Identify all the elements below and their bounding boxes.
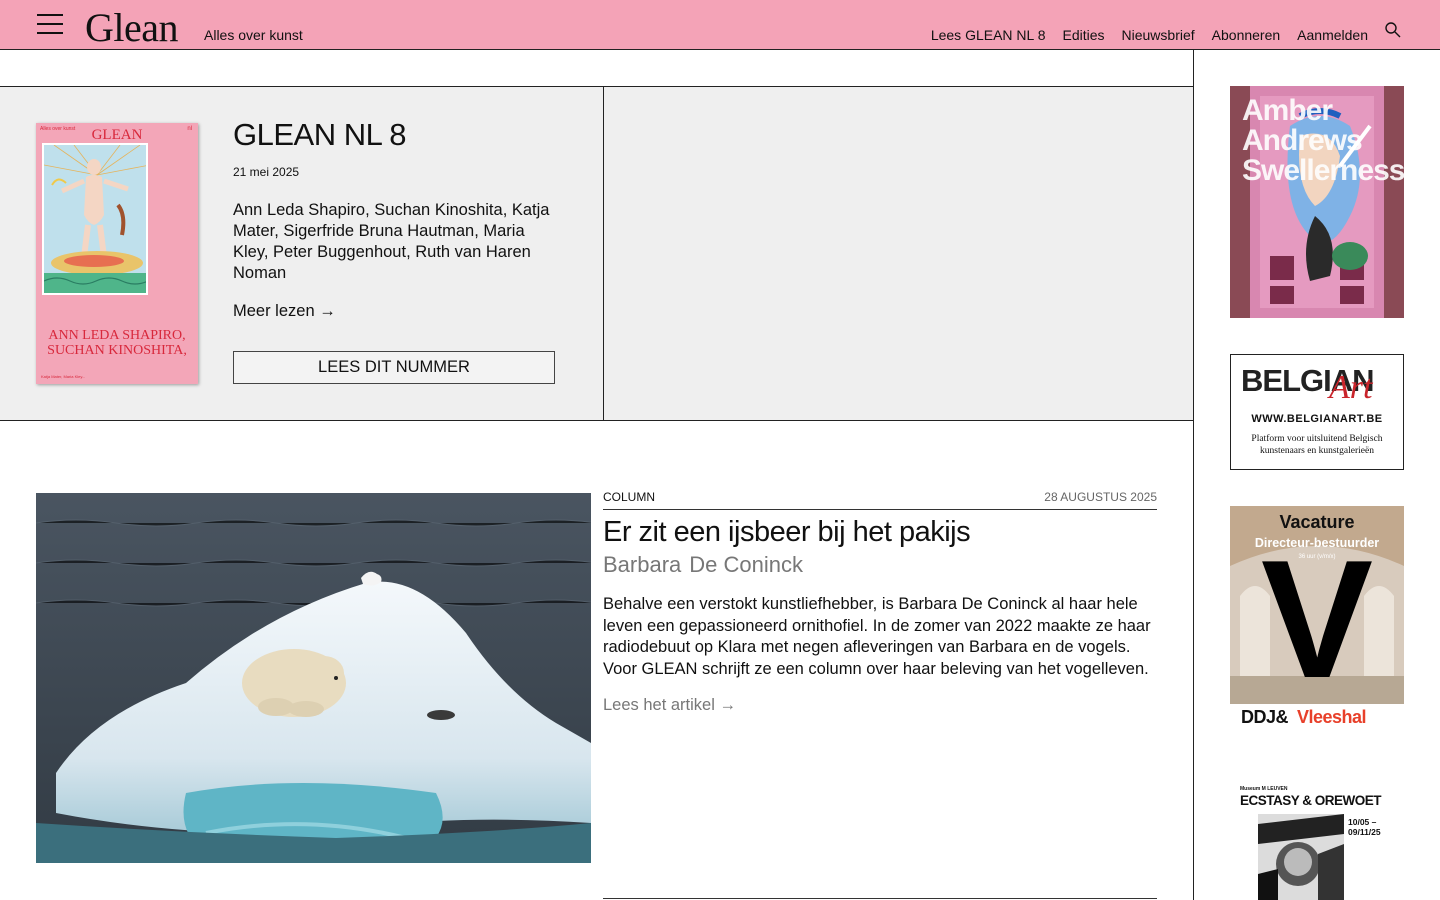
ad4-dates: 10/05 – 09/11/25	[1348, 817, 1381, 837]
article-image[interactable]	[36, 493, 591, 863]
ad4-title: ECSTASY & OREWOET	[1240, 793, 1382, 808]
nav-login[interactable]: Aanmelden	[1297, 27, 1368, 43]
site-tagline: Alles over kunst	[204, 27, 303, 43]
ad-amber-text: Amber Andrews Swellerness	[1242, 94, 1404, 187]
cover-footer: Katja Mater, Maria Kley...	[41, 374, 86, 379]
read-more-link[interactable]: Meer lezen →	[233, 302, 336, 321]
ad-vacature[interactable]: Vacature Directeur-bestuurder 36 uur (v/…	[1230, 506, 1404, 738]
site-header: Glean Alles over kunst Lees GLEAN NL 8 E…	[0, 0, 1440, 50]
vacature-letter: V	[1260, 525, 1374, 713]
read-issue-button[interactable]: LEES DIT NUMMER	[233, 351, 555, 384]
article-excerpt: Behalve een verstokt kunstliefhebber, is…	[603, 595, 1151, 678]
nav-editions[interactable]: Edities	[1062, 27, 1104, 43]
ad4-photo	[1258, 814, 1344, 900]
sidebar-divider	[1193, 50, 1194, 900]
featured-issue: Alles over kunst nl GLEAN ANN LEDA SHAPI…	[0, 87, 1193, 421]
ad-belgian-art[interactable]: BELGIAN Art WWW.BELGIANART.BE Platform v…	[1230, 354, 1404, 470]
site-logo[interactable]: Glean	[85, 4, 179, 51]
cover-artwork	[42, 143, 148, 295]
article-author[interactable]: Barbara De Coninck	[603, 552, 803, 578]
belgian-art-url: WWW.BELGIANART.BE	[1251, 413, 1383, 425]
issue-title[interactable]: GLEAN NL 8	[233, 117, 407, 153]
cover-names: ANN LEDA SHAPIRO, SUCHAN KINOSHITA,	[47, 328, 187, 358]
article-title[interactable]: Er zit een ijsbeer bij het pakijs	[603, 516, 971, 549]
belgian-art-tagline: Platform voor uitsluitend Belgisch kunst…	[1251, 434, 1383, 456]
belgian-art-logo-script: Art	[1329, 369, 1373, 406]
issue-cover[interactable]: Alles over kunst nl GLEAN ANN LEDA SHAPI…	[36, 123, 198, 384]
search-icon[interactable]	[1384, 21, 1402, 39]
ad-amber-andrews[interactable]: Amber Andrews Swellerness	[1230, 86, 1404, 318]
issue-authors: Ann Leda Shapiro, Suchan Kinoshita, Katj…	[233, 201, 550, 282]
nav-newsletter[interactable]: Nieuwsbrief	[1122, 27, 1195, 43]
author-first-name: Barbara	[603, 552, 682, 577]
issue-date: 21 mei 2025	[233, 165, 300, 179]
nav-read-issue[interactable]: Lees GLEAN NL 8	[931, 27, 1046, 43]
nav-subscribe[interactable]: Abonneren	[1212, 27, 1281, 43]
vacature-brand-bar: DDJ& Vleeshal	[1230, 704, 1404, 738]
brand-vleeshal: Vleeshal	[1297, 707, 1367, 727]
article-rule	[603, 509, 1157, 510]
article-date: 28 AUGUSTUS 2025	[1044, 490, 1157, 504]
hamburger-menu-icon[interactable]	[37, 14, 63, 34]
ad4-museum: Museum M LEUVEN	[1240, 786, 1288, 792]
brand-ddj: DDJ&	[1241, 707, 1289, 727]
issue-divider	[603, 87, 604, 420]
read-article-link[interactable]: Lees het artikel →	[603, 696, 736, 715]
article-category[interactable]: COLUMN	[603, 490, 655, 504]
author-last-name: De Coninck	[689, 552, 803, 577]
cover-title: GLEAN	[91, 127, 143, 143]
ad-ecstasy-orewoet[interactable]: Museum M LEUVEN ECSTASY & OREWOET 10/05 …	[1230, 782, 1404, 900]
main-nav: Lees GLEAN NL 8 Edities Nieuwsbrief Abon…	[931, 27, 1368, 43]
next-article-rule	[603, 898, 1157, 899]
